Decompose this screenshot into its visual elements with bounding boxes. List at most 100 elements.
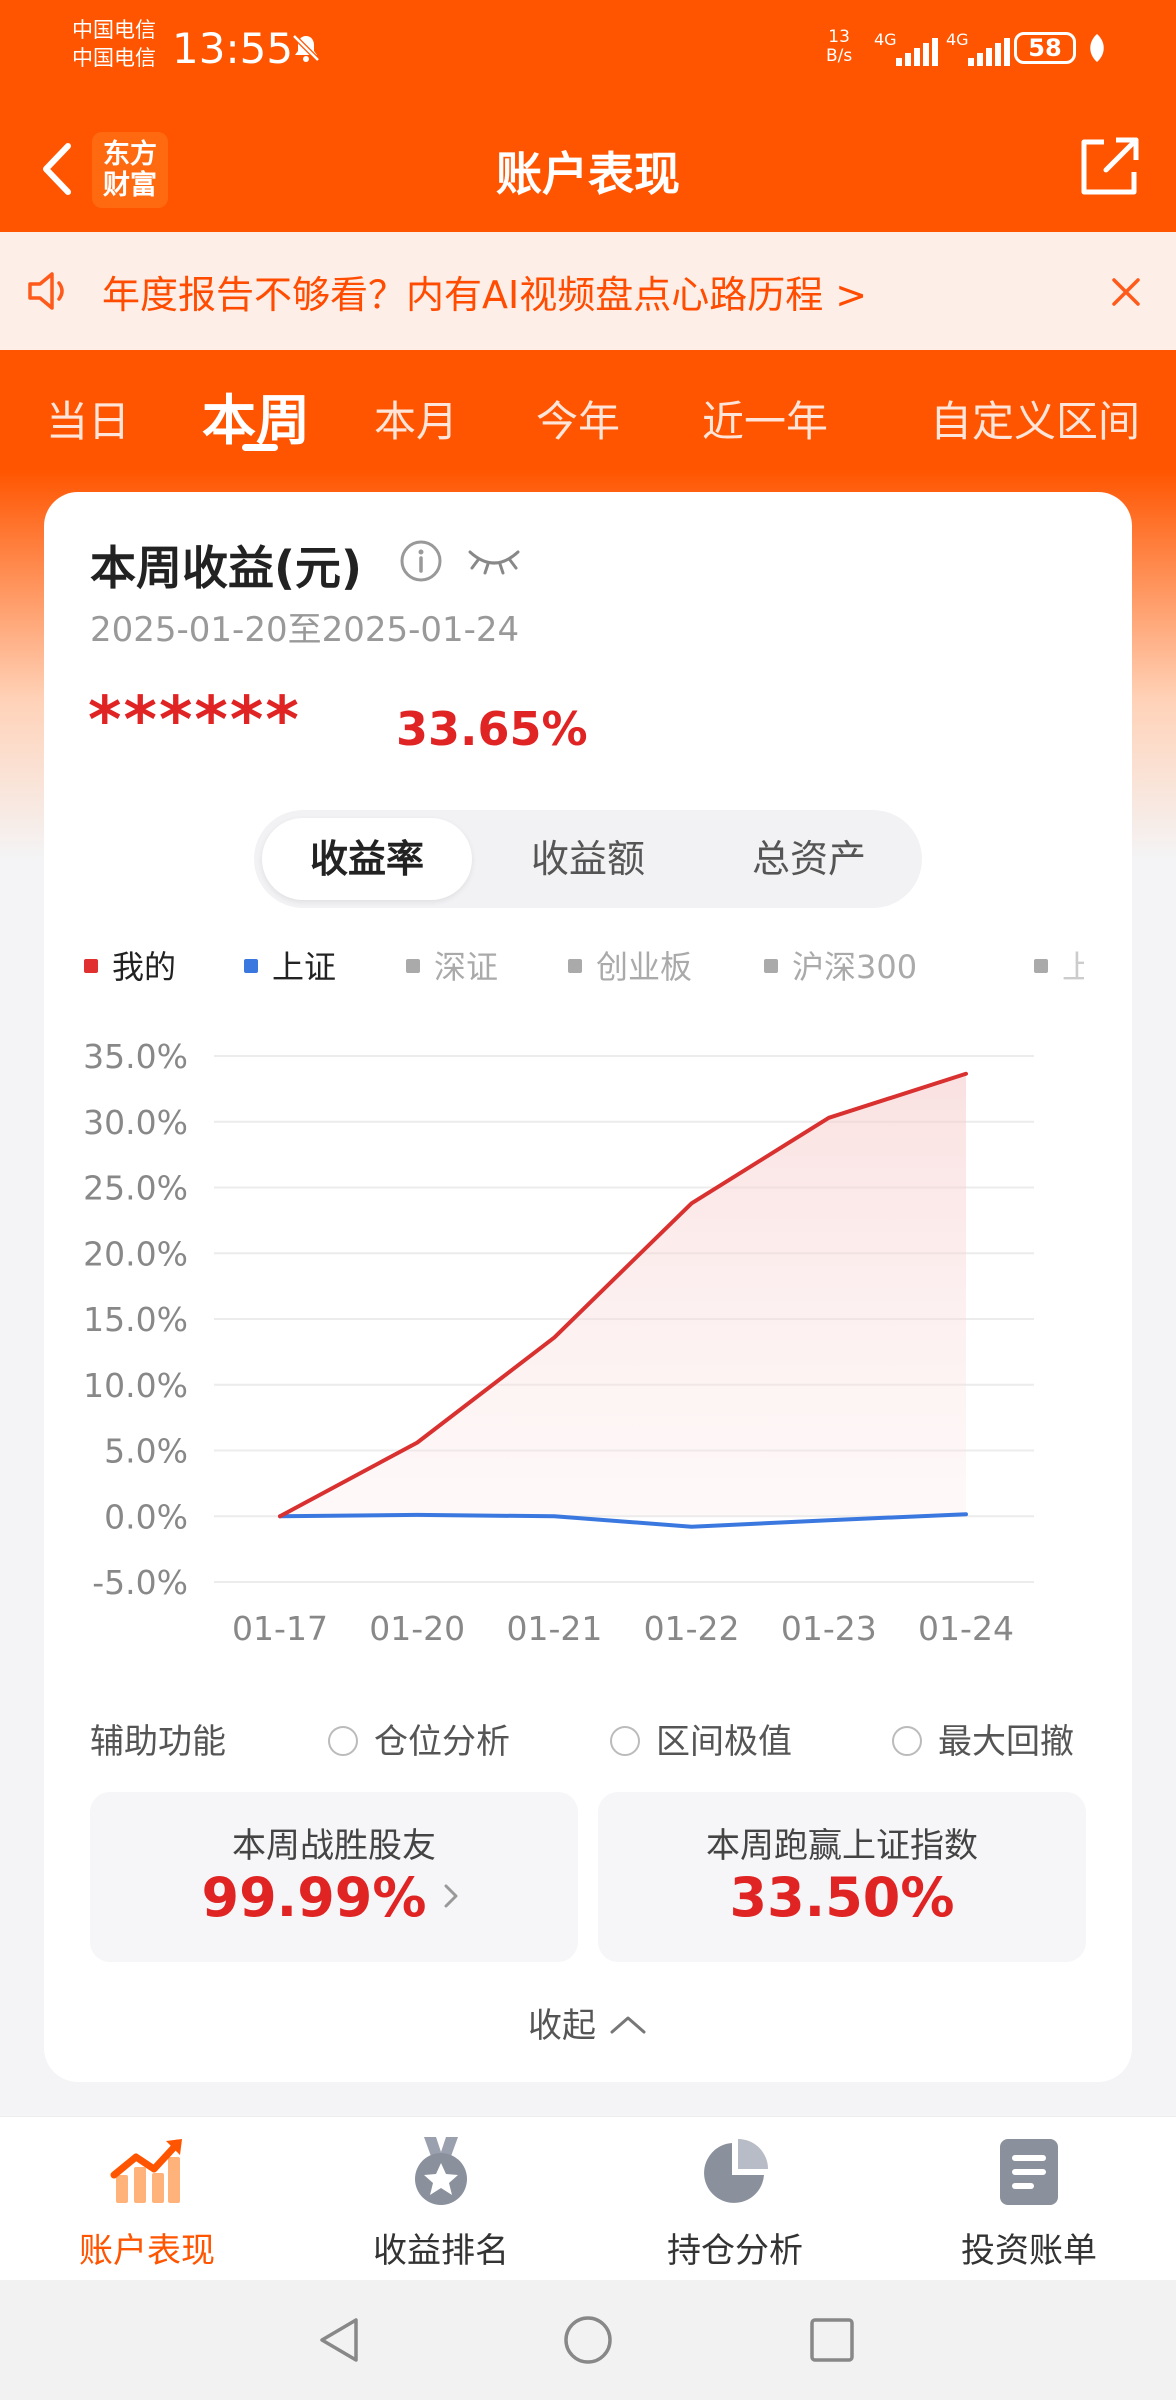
- y-tick-label: 10.0%: [83, 1366, 188, 1405]
- chevron-up-icon: [610, 2016, 646, 2033]
- legend-dot: [406, 959, 420, 973]
- signal-1-icon: 4G: [874, 30, 944, 66]
- legend-label: 上证: [272, 948, 337, 986]
- masked-amount: ******: [88, 684, 301, 758]
- bottom-tab-label: 账户表现: [79, 2231, 215, 2271]
- legend-label: 创业板: [596, 948, 693, 986]
- bottom-tab-holdings-analysis[interactable]: 持仓分析: [588, 2135, 882, 2272]
- x-tick-label: 01-24: [918, 1609, 1014, 1642]
- x-tick-label: 01-21: [506, 1609, 602, 1642]
- tab-custom-range[interactable]: 自定义区间: [930, 388, 1140, 449]
- stat-beat-peers[interactable]: 本周战胜股友 99.99%: [90, 1792, 578, 1962]
- carrier-2: 中国电信: [72, 46, 156, 70]
- close-icon[interactable]: [1106, 272, 1146, 312]
- tab-last-year[interactable]: 近一年: [702, 388, 828, 449]
- aux-option-label: 最大回撤: [938, 1722, 1074, 1762]
- legend-shanghai[interactable]: 上证: [244, 942, 336, 988]
- auxiliary-functions: 辅助功能 仓位分析 区间极值 最大回撤: [90, 1714, 1090, 1764]
- net-speed-unit: B/s: [826, 46, 853, 66]
- returns-card: 本周收益(元) 2025-01-20至2025-01-24 ****** 33.…: [44, 492, 1132, 2082]
- stat-label: 本周战胜股友: [232, 1826, 436, 1866]
- radio-icon[interactable]: [610, 1725, 640, 1756]
- battery-level: 58: [1014, 32, 1076, 64]
- chevron-right-icon: [444, 1884, 458, 1908]
- legend-mine[interactable]: 我的: [84, 942, 176, 988]
- x-tick-label: 01-17: [232, 1609, 328, 1642]
- notice-banner[interactable]: 年度报告不够看？内有AI视频盘点心路历程 >: [0, 232, 1176, 350]
- bell-muted-icon: [292, 34, 320, 62]
- legend-shanghai-2[interactable]: 上证: [1034, 942, 1084, 988]
- stat-value: 33.50%: [729, 1866, 955, 1929]
- stat-beat-index: 本周跑赢上证指数 33.50%: [598, 1792, 1086, 1962]
- x-tick-label: 01-22: [644, 1609, 740, 1642]
- legend-label: 上证: [1062, 948, 1084, 986]
- net-speed-value: 13: [828, 27, 850, 47]
- page-title: 账户表现: [496, 147, 680, 201]
- bottom-nav: 账户表现 收益排名 持仓分析 投资账单: [0, 2116, 1176, 2281]
- y-tick-label: 0.0%: [104, 1497, 188, 1536]
- system-back-icon[interactable]: [312, 2312, 368, 2368]
- segment-total-assets[interactable]: 总资产: [704, 818, 914, 900]
- bottom-tab-account-performance[interactable]: 账户表现: [0, 2135, 294, 2272]
- aux-label: 辅助功能: [90, 1722, 226, 1762]
- return-percentage: 33.65%: [396, 702, 588, 756]
- stat-label: 本周跑赢上证指数: [706, 1826, 978, 1866]
- bottom-tab-label: 收益排名: [373, 2231, 509, 2271]
- signal-1-label: 4G: [874, 30, 897, 49]
- metric-segmented-control: 收益率 收益额 总资产: [254, 810, 922, 908]
- status-bar: 中国电信 中国电信 13:55 13 B/s 4G 4G 58: [0, 0, 1176, 100]
- system-home-icon[interactable]: [560, 2312, 616, 2368]
- tab-this-month[interactable]: 本月: [374, 388, 458, 449]
- collapse-label: 收起: [528, 2006, 596, 2046]
- segment-return-rate[interactable]: 收益率: [262, 818, 472, 900]
- radio-icon[interactable]: [892, 1725, 922, 1756]
- info-icon[interactable]: [398, 538, 444, 584]
- date-range: 2025-01-20至2025-01-24: [90, 610, 520, 650]
- legend-csi300[interactable]: 沪深300: [764, 942, 917, 988]
- network-speed: 13 B/s: [826, 28, 852, 66]
- speaker-icon: [28, 272, 64, 310]
- system-nav-bar: [0, 2280, 1176, 2400]
- legend-dot: [764, 959, 778, 973]
- legend-chinext[interactable]: 创业板: [568, 942, 692, 988]
- legend-label: 深证: [434, 948, 499, 986]
- signal-2-label: 4G: [946, 30, 969, 49]
- document-icon: [1000, 2139, 1058, 2205]
- legend-label: 沪深300: [792, 948, 918, 986]
- carrier-info: 中国电信 中国电信: [72, 16, 156, 72]
- system-recents-icon[interactable]: [804, 2312, 860, 2368]
- bottom-tab-return-ranking[interactable]: 收益排名: [294, 2135, 588, 2272]
- notice-text[interactable]: 年度报告不够看？内有AI视频盘点心路历程 >: [102, 264, 867, 319]
- y-tick-label: 25.0%: [83, 1169, 188, 1208]
- radio-icon[interactable]: [328, 1725, 358, 1756]
- tab-this-year[interactable]: 今年: [536, 388, 620, 449]
- clock: 13:55: [172, 24, 294, 73]
- leaf-icon: [1090, 34, 1104, 62]
- y-tick-label: 35.0%: [83, 1037, 188, 1076]
- y-tick-label: 5.0%: [104, 1432, 188, 1471]
- tab-today[interactable]: 当日: [46, 388, 130, 449]
- y-tick-label: 15.0%: [83, 1300, 188, 1339]
- legend-dot: [244, 959, 258, 973]
- legend-dot: [84, 959, 98, 973]
- chart-legend: 我的 上证 深证 创业板 沪深300 上证: [84, 942, 1084, 992]
- pie-chart-icon: [704, 2139, 768, 2203]
- legend-label: 我的: [112, 948, 177, 986]
- aux-range-extremes[interactable]: 区间极值: [610, 1714, 792, 1763]
- share-icon[interactable]: [1074, 132, 1144, 202]
- aux-max-drawdown[interactable]: 最大回撤: [892, 1714, 1074, 1763]
- period-tabs: 当日 本周 本月 今年 近一年 自定义区间: [0, 370, 1176, 470]
- medal-icon: [415, 2137, 467, 2205]
- aux-position-analysis[interactable]: 仓位分析: [328, 1714, 510, 1763]
- bottom-tab-investment-statement[interactable]: 投资账单: [882, 2135, 1176, 2272]
- eye-closed-icon[interactable]: [466, 540, 522, 576]
- legend-shenzhen[interactable]: 深证: [406, 942, 498, 988]
- y-tick-label: 20.0%: [83, 1234, 188, 1273]
- bottom-tab-label: 投资账单: [961, 2231, 1097, 2271]
- carrier-1: 中国电信: [72, 18, 156, 42]
- segment-return-amount[interactable]: 收益额: [483, 818, 693, 900]
- return-line-chart: 35.0% 30.0% 25.0% 20.0% 15.0% 10.0% 5.0% 0.0% -5…: [83, 1037, 1034, 1642]
- x-tick-label: 01-23: [781, 1609, 877, 1642]
- collapse-button[interactable]: 收起: [44, 1998, 1132, 2047]
- trend-chart-icon: [110, 2139, 182, 2203]
